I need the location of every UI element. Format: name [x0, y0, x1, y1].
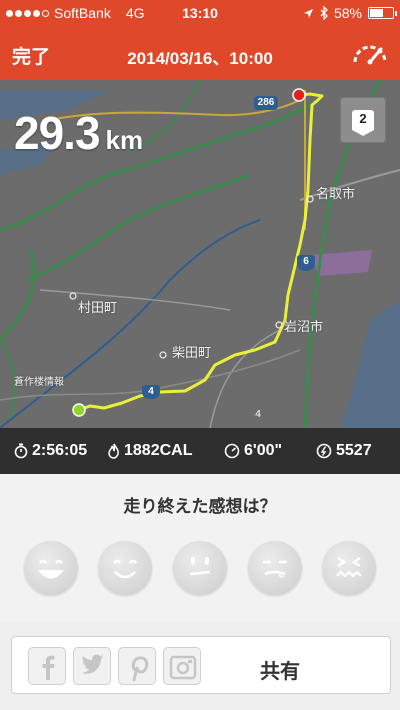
fuel-stat: 5527	[316, 442, 372, 460]
happy-face-icon[interactable]	[98, 541, 152, 595]
map-label-natori: 名取市	[316, 186, 356, 201]
calories-stat: 1882CAL	[108, 442, 192, 460]
fuel-icon	[316, 443, 332, 459]
nav-bar: 完了 2014/03/16、10:00	[0, 28, 400, 80]
injured-face-icon[interactable]	[322, 541, 376, 595]
run-summary-screen: SoftBank 4G 13:10 58% 完了 2014/03/16、10:0…	[0, 0, 400, 710]
route-6-shield: 6	[297, 255, 315, 271]
flame-icon	[108, 443, 119, 459]
distance-display: 29.3 km	[14, 106, 143, 160]
location-arrow-icon	[303, 8, 313, 18]
run-stats-bar: 2:56:05 1882CAL 6'00" 5527	[0, 428, 400, 474]
route-map[interactable]: 286 6 4 4 名取市 岩沼市 村田町 柴田町 蒼作楼情報 29.3 km …	[0, 80, 400, 428]
feeling-question: 走り終えた感想は？	[123, 497, 277, 516]
pinterest-icon[interactable]	[118, 647, 156, 685]
tired-face-icon[interactable]	[248, 541, 302, 595]
end-marker-icon	[292, 88, 306, 102]
twitter-icon[interactable]	[73, 647, 111, 685]
route-bottom-shield: 4	[255, 409, 261, 420]
share-button[interactable]: 共有	[260, 655, 300, 684]
awesome-face-icon[interactable]	[24, 541, 78, 595]
duration-stat: 2:56:05	[14, 442, 87, 460]
bluetooth-icon	[320, 6, 328, 20]
battery-icon	[368, 7, 397, 19]
lap-count-badge: 2	[352, 110, 374, 136]
stopwatch-icon	[14, 443, 28, 459]
map-label-iwanuma: 岩沼市	[284, 319, 324, 334]
map-label-start-area: 蒼作楼情報	[14, 377, 64, 388]
battery-percent: 58%	[333, 5, 362, 21]
facebook-icon[interactable]	[28, 647, 66, 685]
pace-gauge-icon	[224, 443, 240, 459]
share-bar: 共有	[11, 636, 391, 694]
camera-icon[interactable]	[163, 647, 201, 685]
pace-stat: 6'00"	[224, 442, 282, 460]
route-286-shield: 286	[254, 96, 278, 110]
pace-value: 6'00"	[244, 442, 283, 459]
map-label-shibata: 柴田町	[172, 345, 212, 360]
neutral-face-icon[interactable]	[173, 541, 227, 595]
speedometer-icon[interactable]	[352, 40, 388, 66]
calories-value: 1882CAL	[124, 442, 193, 459]
lap-splits-button[interactable]: 2	[340, 97, 386, 143]
fuel-value: 5527	[336, 442, 372, 459]
duration-value: 2:56:05	[32, 442, 88, 459]
distance-value: 29.3	[14, 107, 101, 159]
map-label-murata: 村田町	[78, 300, 118, 315]
route-4-shield: 4	[142, 385, 160, 399]
run-date-title: 2014/03/16、10:00	[127, 49, 273, 68]
status-bar: SoftBank 4G 13:10 58%	[0, 0, 400, 28]
start-marker-icon	[72, 403, 86, 417]
feeling-section: 走り終えた感想は？	[0, 474, 400, 622]
distance-unit: km	[105, 125, 144, 155]
